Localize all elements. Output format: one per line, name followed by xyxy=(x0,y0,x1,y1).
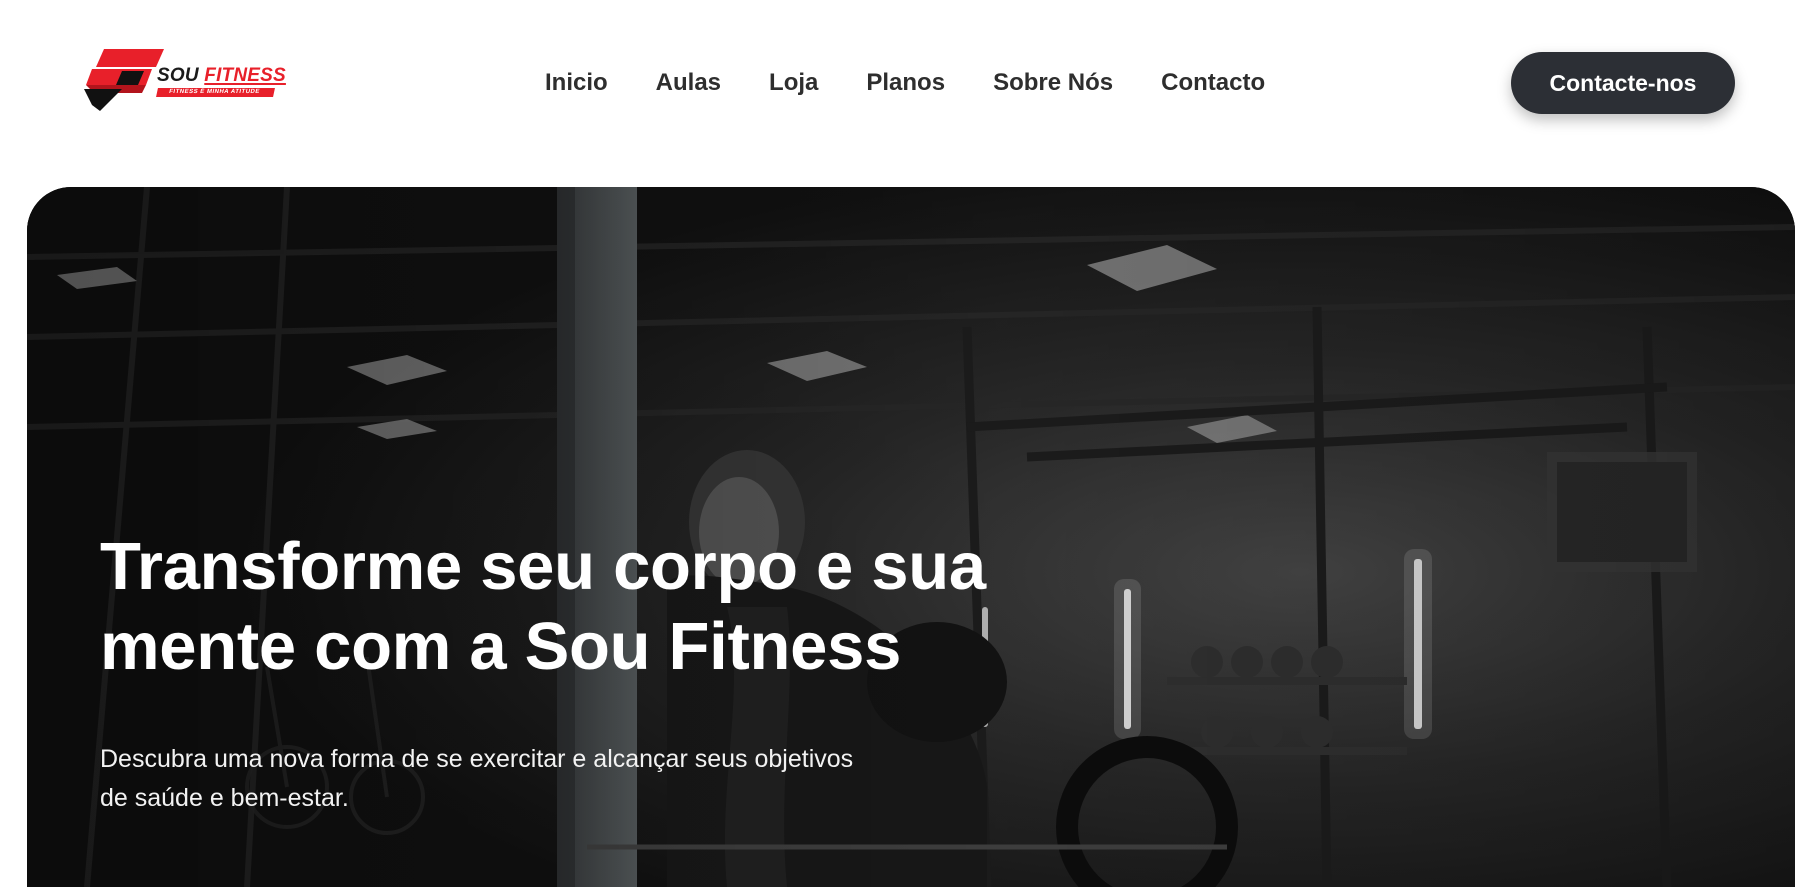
site-header: SOU FITNESS FITNESS É MINHA ATITUDE Inic… xyxy=(0,0,1807,187)
hero-subtitle: Descubra uma nova forma de se exercitar … xyxy=(100,745,854,812)
logo-tagline: FITNESS É MINHA ATITUDE xyxy=(156,88,275,97)
nav-item-planos[interactable]: Planos xyxy=(866,66,945,100)
hero-section: Transforme seu corpo e sua mente com a S… xyxy=(27,187,1795,887)
logo-mark-icon xyxy=(84,49,164,111)
nav-item-inicio[interactable]: Inicio xyxy=(545,66,608,100)
nav-item-contacto[interactable]: Contacto xyxy=(1161,66,1265,100)
hero-title: Transforme seu corpo e sua mente com a S… xyxy=(100,529,986,684)
contact-us-button[interactable]: Contacte-nos xyxy=(1511,52,1735,114)
nav-item-loja[interactable]: Loja xyxy=(769,66,818,100)
nav-item-sobre-nos[interactable]: Sobre Nós xyxy=(993,66,1113,100)
brand-logo[interactable]: SOU FITNESS FITNESS É MINHA ATITUDE xyxy=(84,49,304,111)
logo-title: SOU FITNESS xyxy=(157,65,286,86)
main-nav: Inicio Aulas Loja Planos Sobre Nós Conta… xyxy=(545,66,1265,100)
nav-item-aulas[interactable]: Aulas xyxy=(656,66,721,100)
